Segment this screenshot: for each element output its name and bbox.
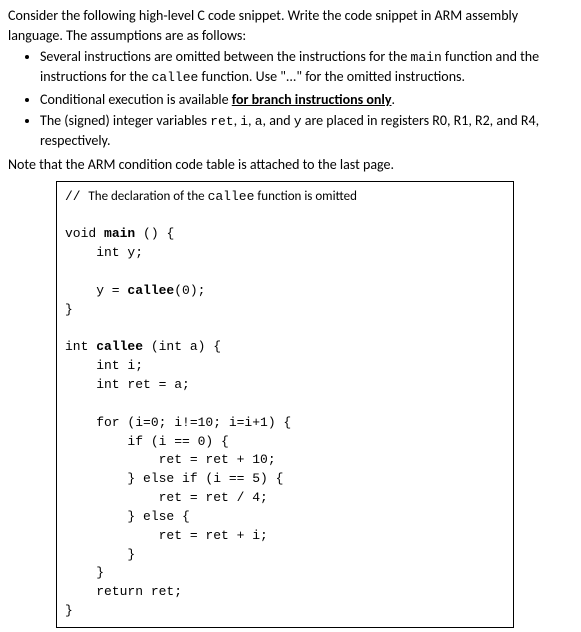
c-l22: return ret;	[65, 584, 182, 599]
c-l06b: callee	[127, 283, 174, 298]
c-l11: int ret = a;	[65, 377, 190, 392]
b3-a: a	[255, 114, 263, 129]
bullet-2: Conditional execution is available for b…	[40, 90, 573, 110]
c-l03c: () {	[135, 226, 174, 241]
c-l01c: callee	[208, 189, 255, 204]
b1-code-callee: callee	[152, 70, 199, 85]
intro-paragraph: Consider the following high-level C code…	[8, 6, 573, 45]
c-l09a: int	[65, 339, 96, 354]
b1-code-main: main	[411, 50, 442, 65]
c-l03a: void	[65, 226, 104, 241]
c-l07: }	[65, 302, 73, 317]
c-l10: int i;	[65, 358, 143, 373]
assumptions-list: Several instructions are omitted between…	[8, 47, 573, 151]
bullet-3: The (signed) integer variables ret, i , a…	[40, 111, 573, 151]
c-l20: }	[65, 547, 135, 562]
c-l04: int y;	[65, 245, 143, 260]
b2-text-a: Conditional execution is available	[40, 91, 232, 108]
b3-text-d: , and	[263, 112, 294, 129]
c-l06c: (0);	[174, 283, 205, 298]
note-paragraph: Note that the ARM condition code table i…	[8, 155, 573, 175]
b2-text-b: .	[391, 91, 395, 108]
c-l21: }	[65, 565, 104, 580]
c-l17: ret = ret / 4;	[65, 490, 268, 505]
c-l16: } else if (i == 5) {	[65, 471, 283, 486]
b3-i: i	[240, 114, 248, 129]
b3-text-c: ,	[248, 112, 255, 129]
c-l23: }	[65, 603, 73, 618]
c-l19: ret = ret + i;	[65, 528, 268, 543]
b3-ret: ret	[210, 114, 233, 129]
b2-bold: for branch instructions only	[232, 91, 392, 108]
b3-y: y	[294, 114, 302, 129]
c-l09c: (int a) {	[143, 339, 221, 354]
c-l01b: The declaration of the	[88, 189, 207, 204]
b1-text-c: function. Use "..." for the omitted inst…	[198, 68, 465, 85]
c-l15: ret = ret + 10;	[65, 452, 276, 467]
code-block: // The declaration of the callee functio…	[56, 181, 514, 628]
bullet-1: Several instructions are omitted between…	[40, 47, 573, 87]
c-l01d: function is omitted	[254, 189, 357, 204]
c-l01a: //	[65, 189, 88, 204]
c-l06a: y =	[65, 283, 127, 298]
b3-text-a: The (signed) integer variables	[40, 112, 210, 129]
c-l03b: main	[104, 226, 135, 241]
b1-text-a: Several instructions are omitted between…	[40, 48, 411, 65]
c-l13: for (i=0; i!=10; i=i+1) {	[65, 415, 291, 430]
c-l18: } else {	[65, 509, 190, 524]
c-l14: if (i == 0) {	[65, 434, 229, 449]
c-l09b: callee	[96, 339, 143, 354]
